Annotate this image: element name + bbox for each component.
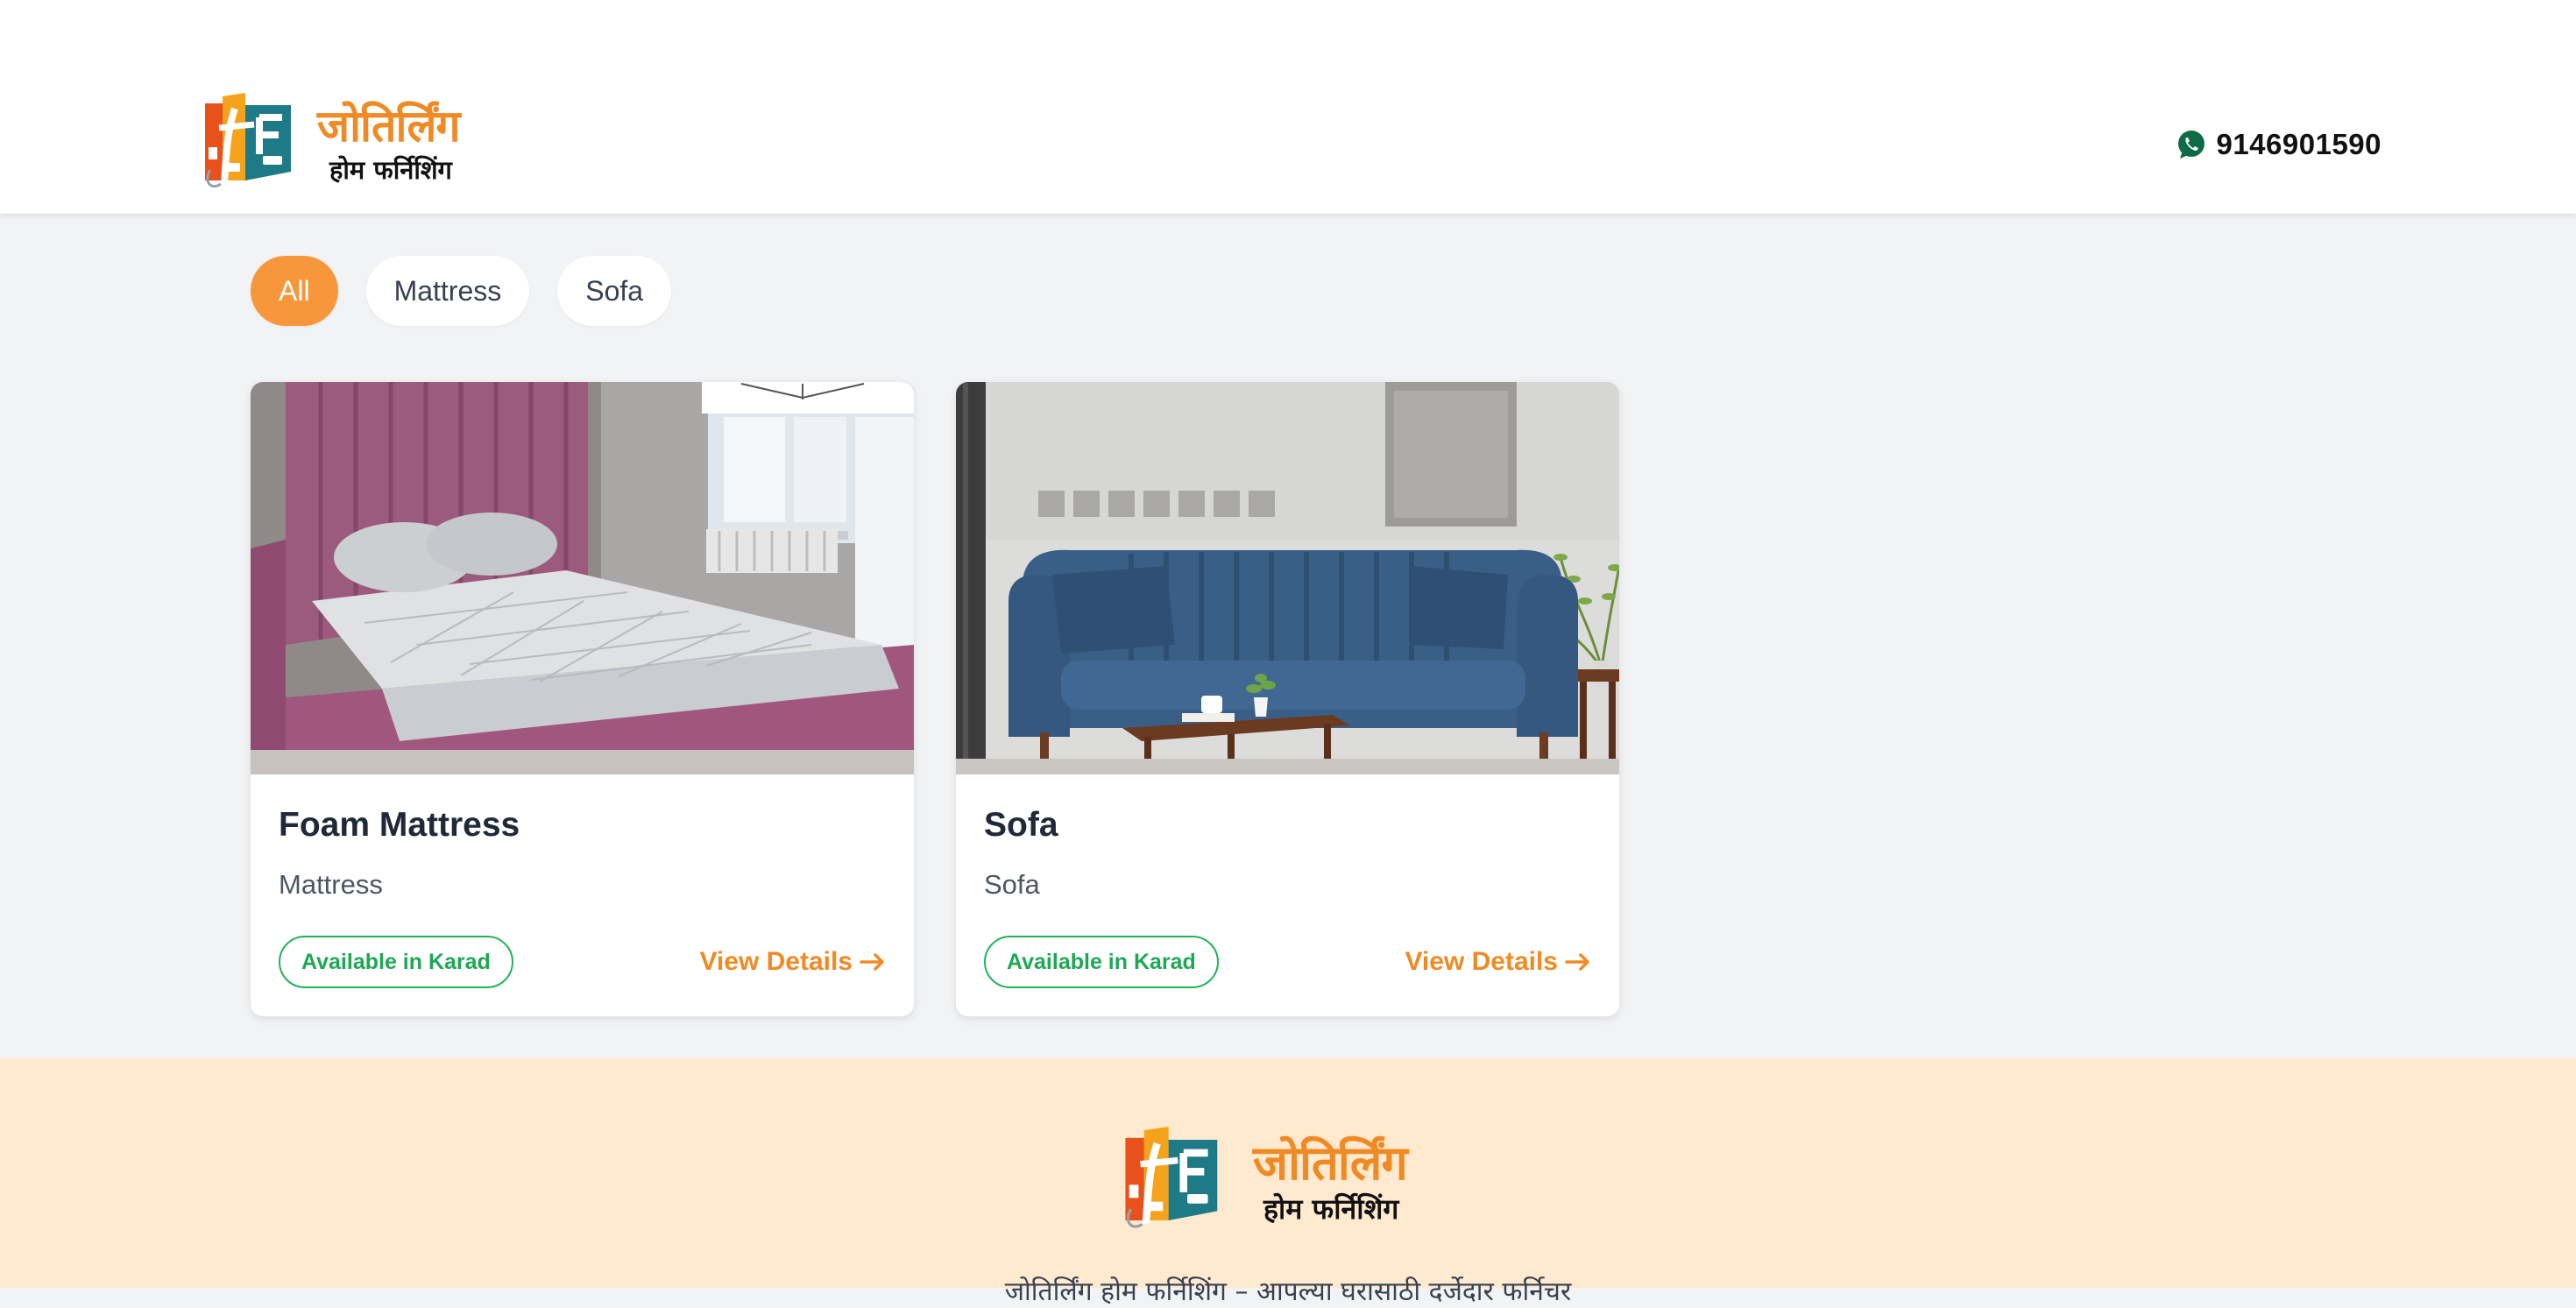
product-category: Mattress	[279, 869, 383, 900]
product-card-sofa[interactable]: Sofa Sofa Available in Karad View Detail…	[956, 382, 1619, 1016]
arrow-right-icon	[1565, 953, 1589, 971]
view-details-link[interactable]: View Details	[699, 943, 886, 981]
site-footer: जोतिर्लिंग होम फर्निशिंग	[0, 1058, 2576, 1288]
availability-badge: Available in Karad	[984, 936, 1219, 988]
product-category: Sofa	[984, 869, 1040, 900]
product-grid: Foam Mattress Mattress Available in Kara…	[251, 382, 1619, 1016]
product-title: Sofa	[984, 806, 1058, 844]
phone-contact[interactable]: 9146901590	[2176, 124, 2381, 165]
view-details-link[interactable]: View Details	[1405, 943, 1591, 981]
view-details-label: View Details	[1405, 947, 1558, 976]
product-image-mattress	[251, 382, 914, 774]
availability-badge: Available in Karad	[279, 936, 513, 988]
product-title: Foam Mattress	[279, 806, 520, 844]
phone-number: 9146901590	[2216, 128, 2381, 160]
product-image-sofa	[956, 382, 1619, 774]
category-filters: All Mattress Sofa	[251, 256, 672, 326]
footer-logo[interactable]: जोतिर्लिंग होम फर्निशिंग	[1122, 1125, 1472, 1239]
brand-emblem-icon	[1125, 1127, 1218, 1228]
filter-chip-sofa[interactable]: Sofa	[557, 256, 672, 326]
site-header: जोतिर्लिंग होम फर्निशिंग 9146901590	[0, 0, 2576, 214]
product-card-foam-mattress[interactable]: Foam Mattress Mattress Available in Kara…	[251, 382, 914, 1016]
filter-chip-mattress[interactable]: Mattress	[365, 256, 530, 326]
brand-subtitle: होम फर्निशिंग	[329, 155, 452, 185]
brand-name: जोतिर्लिंग	[1253, 1135, 1408, 1191]
view-details-label: View Details	[699, 947, 853, 976]
arrow-right-icon	[860, 953, 884, 971]
brand-subtitle: होम फर्निशिंग	[1263, 1192, 1399, 1226]
footer-tagline: जोतिर्लिंग होम फर्निशिंग – आपल्या घरासाठ…	[1004, 1276, 1572, 1307]
whatsapp-icon	[2178, 131, 2205, 159]
brand-name: जोतिर्लिंग	[317, 101, 460, 152]
header-logo[interactable]: जोतिर्लिंग होम फर्निशिंग	[202, 91, 508, 193]
brand-emblem-icon	[205, 93, 291, 188]
filter-chip-all[interactable]: All	[251, 256, 338, 326]
